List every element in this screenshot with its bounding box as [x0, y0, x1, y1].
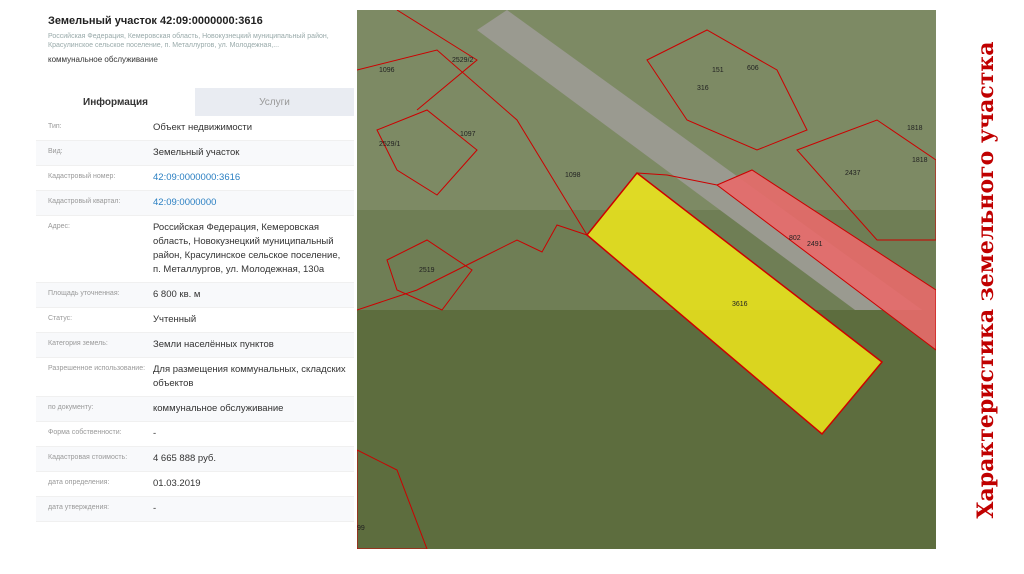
info-label: по документу: — [48, 404, 94, 411]
map-svg[interactable]: 1096 2529/2 151 606 316 1097 2529/1 1098 1818 243… — [357, 10, 936, 549]
parcel-label: 2529/1 — [379, 141, 401, 148]
parcel-label: 316 — [697, 85, 709, 92]
parcel-address: Российская Федерация, Кемеровская област… — [48, 33, 329, 49]
info-panel: Земельный участок 42:09:0000000:3616 Рос… — [36, 8, 354, 549]
parcel-label: 1098 — [565, 172, 581, 179]
info-value: Российская Федерация, Кемеровская област… — [153, 222, 341, 275]
info-label: Статус: — [48, 315, 73, 322]
info-table: Тип: Объект недвижимости Вид: Земельный уча… — [36, 116, 354, 522]
parcel-label: 1818 — [912, 157, 928, 164]
info-label: Тип: — [48, 123, 62, 130]
info-value: Объект недвижимости — [153, 122, 253, 133]
info-row: Кадастровый номер: 42:09:0000000:3616 — [36, 166, 354, 191]
info-label: Кадастровый номер: — [48, 173, 116, 180]
parcel-label: 1096 — [379, 67, 395, 74]
info-label: Категория земель: — [48, 340, 108, 347]
info-value: Для размещения коммунальных, складских о… — [153, 364, 346, 389]
info-row: дата утверждения: - — [36, 497, 354, 522]
info-row: Статус: Учтенный — [36, 308, 354, 333]
info-label: Вид: — [48, 148, 63, 155]
tab-info[interactable]: Информация — [36, 88, 195, 116]
info-row: дата определения: 01.03.2019 — [36, 472, 354, 497]
slide-title-text: Характеристика земельного участка — [973, 41, 999, 519]
info-value: коммунальное обслуживание — [153, 403, 284, 414]
info-row: Площадь уточненная: 6 800 кв. м — [36, 283, 354, 308]
info-row: Категория земель: Земли населённых пункто… — [36, 333, 354, 358]
info-label: Кадастровая стоимость: — [48, 454, 128, 461]
info-value: Земельный участок — [153, 147, 240, 158]
info-value[interactable]: 42:09:0000000:3616 — [153, 166, 354, 190]
info-row: Тип: Объект недвижимости — [36, 116, 354, 141]
info-value: 4 665 888 руб. — [153, 453, 217, 464]
info-value: 6 800 кв. м — [153, 289, 201, 300]
info-row: Кадастровая стоимость: 4 665 888 руб. — [36, 447, 354, 472]
parcel-label: 606 — [747, 65, 759, 72]
info-label: Кадастровый квартал: — [48, 198, 121, 205]
parcel-label: 151 — [712, 67, 724, 74]
info-label: Адрес: — [48, 223, 70, 230]
info-value: 01.03.2019 — [153, 478, 201, 489]
slide-title: Характеристика земельного участка — [966, 10, 1006, 550]
info-label: Разрешенное использование: — [48, 365, 146, 372]
info-value: Земли населённых пунктов — [153, 339, 274, 350]
info-label: Форма собственности: — [48, 429, 122, 436]
info-label: дата утверждения: — [48, 504, 110, 511]
parcel-label: 2529/2 — [452, 57, 474, 64]
info-row: Вид: Земельный участок — [36, 141, 354, 166]
parcel-label: 2491 — [807, 241, 823, 248]
tabs: Информация Услуги — [36, 88, 354, 116]
parcel-label: 802 — [789, 235, 801, 242]
info-label: Площадь уточненная: — [48, 290, 120, 297]
info-value: Учтенный — [153, 314, 197, 325]
info-row: Разрешенное использование: Для размещения… — [36, 358, 354, 397]
parcel-label: 3616 — [732, 301, 748, 308]
info-row: Кадастровый квартал: 42:09:0000000 — [36, 191, 354, 216]
cadastral-map[interactable]: 1096 2529/2 151 606 316 1097 2529/1 1098 1818 243… — [357, 10, 936, 549]
parcel-label: 1097 — [460, 131, 476, 138]
parcel-label: 2519 — [419, 267, 435, 274]
parcel-label: 1818 — [907, 125, 923, 132]
info-row: по документу: коммунальное обслуживание — [36, 397, 354, 422]
tab-services[interactable]: Услуги — [195, 88, 354, 116]
parcel-use: коммунальное обслуживание — [48, 55, 158, 64]
info-label: дата определения: — [48, 479, 110, 486]
parcel-label: 2437 — [845, 170, 861, 177]
info-row: Адрес: Российская Федерация, Кемеровская … — [36, 216, 354, 283]
parcel-label: 99 — [357, 525, 365, 532]
info-value: - — [153, 428, 157, 439]
info-value[interactable]: 42:09:0000000 — [153, 191, 354, 215]
parcel-title: Земельный участок 42:09:0000000:3616 — [48, 15, 263, 27]
info-row: Форма собственности: - — [36, 422, 354, 447]
info-value: - — [153, 503, 157, 514]
